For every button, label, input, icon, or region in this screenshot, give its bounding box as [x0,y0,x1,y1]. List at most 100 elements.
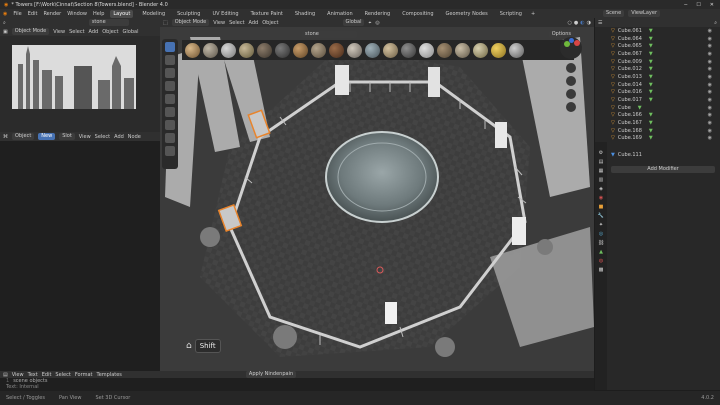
data-tab-icon[interactable]: ▲ [599,249,603,255]
outliner-row[interactable]: ▽ Cube ▼ ◉ [595,104,720,112]
tab-shading[interactable]: Shading [292,10,318,18]
material-thumb-6[interactable] [275,42,290,58]
outliner-row[interactable]: ▽ Cube.009 ▼ ◉ [595,58,720,66]
viewport-menu-object[interactable]: Object [262,20,278,26]
physics-tab-icon[interactable]: ◎ [599,231,603,237]
preview-menu-add[interactable]: Add [89,29,99,35]
node-menu-view[interactable]: View [79,134,91,140]
3d-viewport[interactable]: stone Options ⌂ Shift [160,27,594,371]
text-menu-format[interactable]: Format [75,372,93,378]
preview-menu-object[interactable]: Object [102,29,118,35]
material-thumb-8[interactable] [311,42,326,58]
asset-shelf-search[interactable]: stone [302,31,357,38]
outliner-row[interactable]: ▽ Cube.065 ▼ ◉ [595,42,720,50]
text-menu-edit[interactable]: Edit [42,372,52,378]
tab-animation[interactable]: Animation [324,10,356,18]
modifier-tab-icon[interactable]: 🔧 [598,213,604,219]
node-slot-dropdown[interactable]: Slot [59,133,75,140]
outliner-row[interactable]: ▽ Cube.168 ▼ ◉ [595,127,720,135]
tab-layout[interactable]: Layout [110,9,134,18]
tab-modeling[interactable]: Modeling [139,10,168,18]
maximize-icon[interactable]: ☐ [696,2,700,8]
menu-help[interactable]: Help [93,11,104,17]
select-tool-icon[interactable] [165,42,175,52]
node-object-dropdown[interactable]: Object [12,133,35,140]
material-thumb-17[interactable] [473,42,488,58]
add-workspace-icon[interactable]: + [531,11,535,17]
outliner-type-icon[interactable]: ☰ [598,20,602,26]
outliner-row[interactable]: ▽ Cube.016 ▼ ◉ [595,89,720,97]
tab-compositing[interactable]: Compositing [399,10,436,18]
visibility-icon[interactable]: ◉ [708,43,720,49]
node-menu-select[interactable]: Select [95,134,110,140]
visibility-icon[interactable]: ◉ [708,28,720,34]
x-axis-icon[interactable] [574,40,580,46]
visibility-icon[interactable]: ◉ [708,135,720,141]
material-thumb-11[interactable] [365,42,380,58]
outliner-row[interactable]: ▽ Cube.012 ▼ ◉ [595,65,720,73]
material-thumb-1[interactable] [185,42,200,58]
transform-tool-icon[interactable] [165,107,175,117]
outliner-filter-icon[interactable]: ⌕ [714,20,717,26]
world-tab-icon[interactable]: ◉ [599,195,603,201]
material-shading-icon[interactable]: ◐ [580,20,584,26]
object-tab-icon[interactable]: ■ [599,204,604,210]
node-menu-add[interactable]: Add [114,134,124,140]
minimize-icon[interactable]: ─ [684,2,687,8]
outliner-row[interactable]: ▽ Cube.013 ▼ ◉ [595,73,720,81]
scene-tab-icon[interactable]: ◈ [599,186,603,192]
axis-gizmo[interactable] [560,37,582,59]
material-thumb-12[interactable] [383,42,398,58]
tab-scripting[interactable]: Scripting [497,10,525,18]
texture-tab-icon[interactable]: ▩ [599,267,604,273]
material-tab-icon[interactable]: ◍ [599,258,603,264]
scale-tool-icon[interactable] [165,94,175,104]
node-editor-type-icon[interactable]: ⌘ [3,134,8,140]
viewport-mode-dropdown[interactable]: Object Mode [171,19,210,26]
camera-view-icon[interactable] [566,89,576,99]
z-axis-icon[interactable] [569,38,574,43]
material-thumb-19[interactable] [509,42,524,58]
rotate-tool-icon[interactable] [165,81,175,91]
material-thumb-10[interactable] [347,42,362,58]
view-layer-tab-icon[interactable]: ▥ [599,177,604,183]
cursor-tool-icon[interactable] [165,55,175,65]
menu-window[interactable]: Window [67,11,87,17]
tab-uv-editing[interactable]: UV Editing [209,10,241,18]
material-thumb-4[interactable] [239,42,254,58]
close-icon[interactable]: ✕ [710,2,714,8]
tab-texture-paint[interactable]: Texture Paint [248,10,286,18]
viewlayer-selector[interactable]: ViewLayer [628,10,660,17]
asset-search-input[interactable]: stone [88,19,129,26]
render-tab-icon[interactable]: ▤ [599,159,604,165]
material-thumb-5[interactable] [257,42,272,58]
material-thumb-7[interactable] [293,42,308,58]
material-thumb-13[interactable] [401,42,416,58]
filter-search-icon[interactable]: ⌕ [3,20,6,26]
outliner-row[interactable]: ▽ Cube.167 ▼ ◉ [595,119,720,127]
viewport-menu-select[interactable]: Select [229,20,244,26]
visibility-icon[interactable]: ◉ [708,82,720,88]
material-thumb-15[interactable] [437,42,452,58]
scene-selector[interactable]: Scene [602,10,625,17]
node-editor-canvas[interactable] [0,141,160,371]
annotate-tool-icon[interactable] [165,120,175,130]
preview-orientation[interactable]: Global [123,29,139,35]
viewport-menu-view[interactable]: View [213,20,225,26]
text-menu-view[interactable]: View [12,372,24,378]
material-thumb-16[interactable] [455,42,470,58]
menu-edit[interactable]: Edit [28,11,38,17]
viewport-editor-icon[interactable]: ⬚ [163,20,168,26]
zoom-icon[interactable] [566,63,576,73]
output-tab-icon[interactable]: ▦ [599,168,604,174]
transform-orientation-dropdown[interactable]: Global [342,19,365,26]
visibility-icon[interactable]: ◉ [708,59,720,65]
add-modifier-button[interactable]: Add Modifier [611,166,715,173]
editor-type-icon[interactable]: ▣ [3,29,8,35]
visibility-icon[interactable]: ◉ [708,66,720,72]
visibility-icon[interactable]: ◉ [708,51,720,57]
snap-icon[interactable]: ⌖ [368,20,371,26]
particles-tab-icon[interactable]: ✦ [599,222,603,228]
wireframe-shading-icon[interactable]: ○ [568,20,572,26]
tab-rendering[interactable]: Rendering [362,10,394,18]
